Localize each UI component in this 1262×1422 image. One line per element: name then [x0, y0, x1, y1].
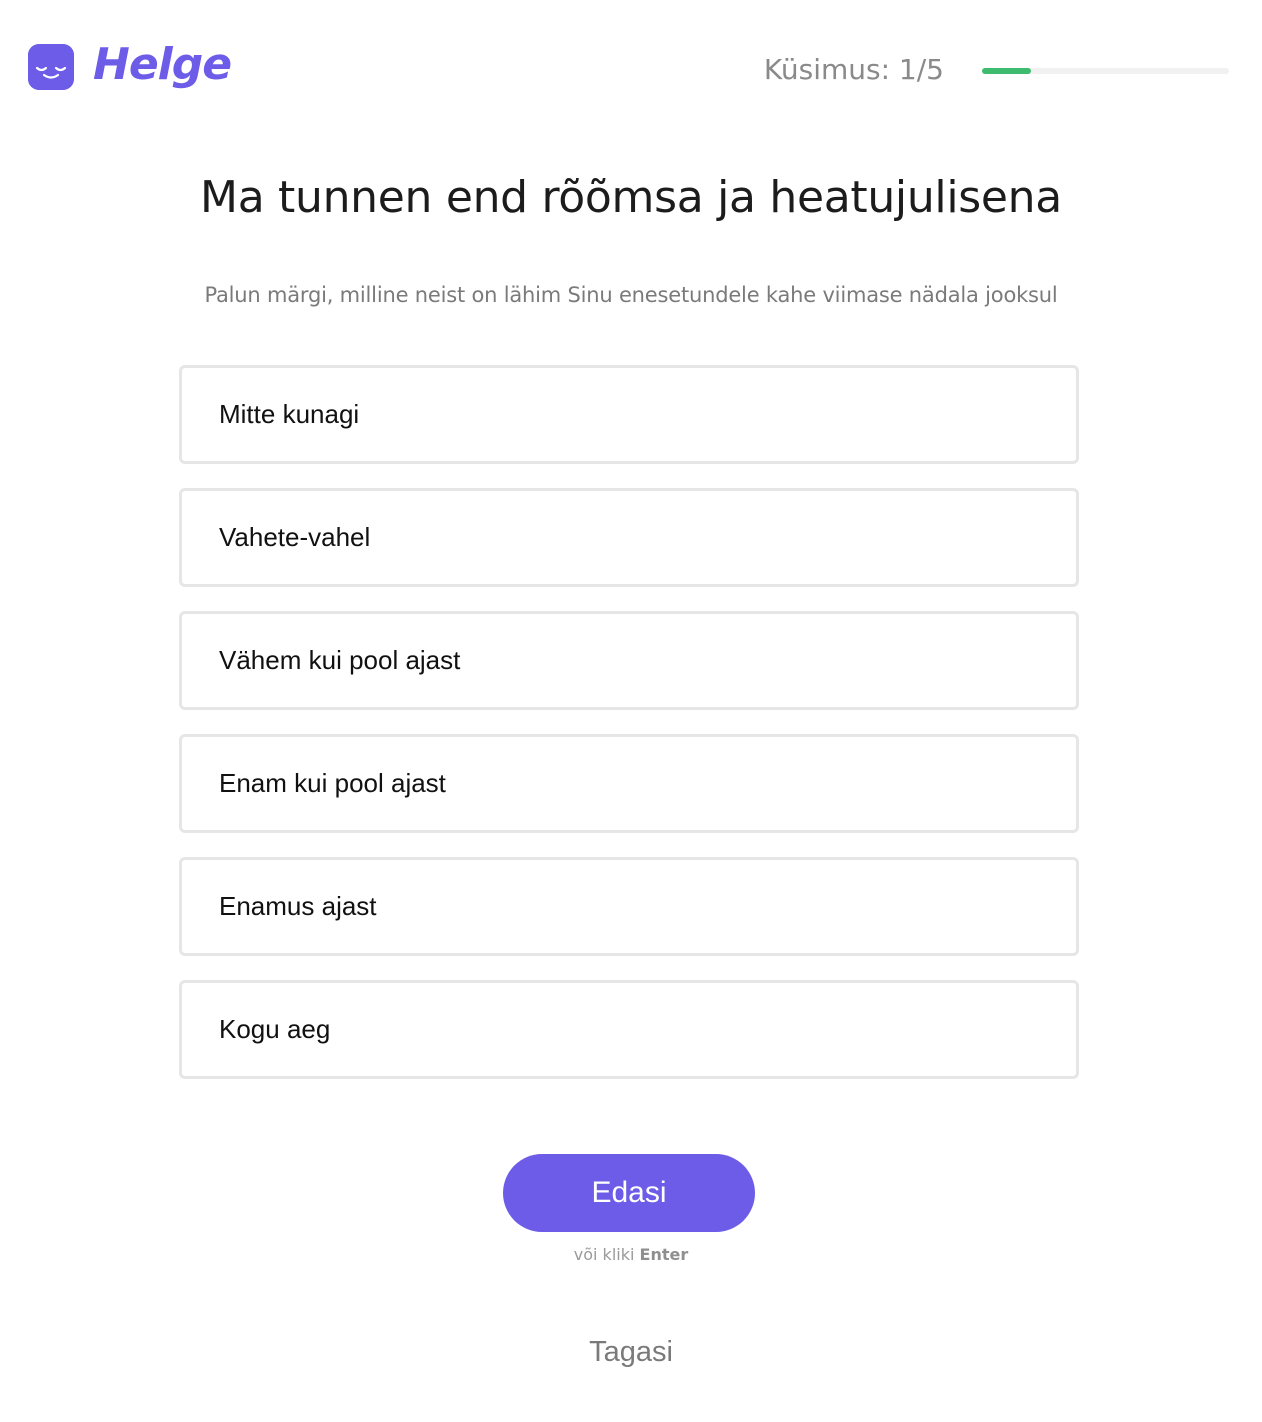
- enter-hint: või kliki Enter: [0, 1244, 1262, 1266]
- brand-name: Helge: [93, 39, 232, 90]
- answer-option-more-than-half[interactable]: Enam kui pool ajast: [179, 734, 1079, 833]
- progress-label: Küsimus: 1/5: [763, 53, 944, 86]
- answer-option-less-than-half[interactable]: Vähem kui pool ajast: [179, 611, 1079, 710]
- logo[interactable]: Helge: [28, 39, 232, 91]
- answer-option-never[interactable]: Mitte kunagi: [179, 365, 1079, 464]
- back-link-wrap: Tagasi: [0, 1334, 1262, 1370]
- progress-bar: [982, 67, 1229, 74]
- enter-hint-prefix: või kliki: [573, 1245, 635, 1264]
- sleeping-face-icon: [28, 44, 74, 90]
- next-button[interactable]: Edasi: [503, 1154, 755, 1232]
- enter-hint-key: Enter: [639, 1245, 689, 1264]
- answer-option-all-the-time[interactable]: Kogu aeg: [179, 980, 1079, 1079]
- back-link[interactable]: Tagasi: [589, 1336, 673, 1368]
- question-title: Ma tunnen end rõõmsa ja heatujulisena: [200, 172, 1062, 223]
- progress-bar-fill: [982, 67, 1032, 74]
- question-instruction: Palun märgi, milline neist on lähim Sinu…: [204, 283, 1058, 307]
- answer-option-most-of-the-time[interactable]: Enamus ajast: [179, 857, 1079, 956]
- answer-option-sometimes[interactable]: Vahete-vahel: [179, 488, 1079, 587]
- answer-options: Mitte kunagi Vahete-vahel Vähem kui pool…: [179, 365, 1079, 1103]
- header: Helge Küsimus: 1/5: [0, 0, 1262, 140]
- progress-indicator: Küsimus: 1/5: [764, 52, 1229, 88]
